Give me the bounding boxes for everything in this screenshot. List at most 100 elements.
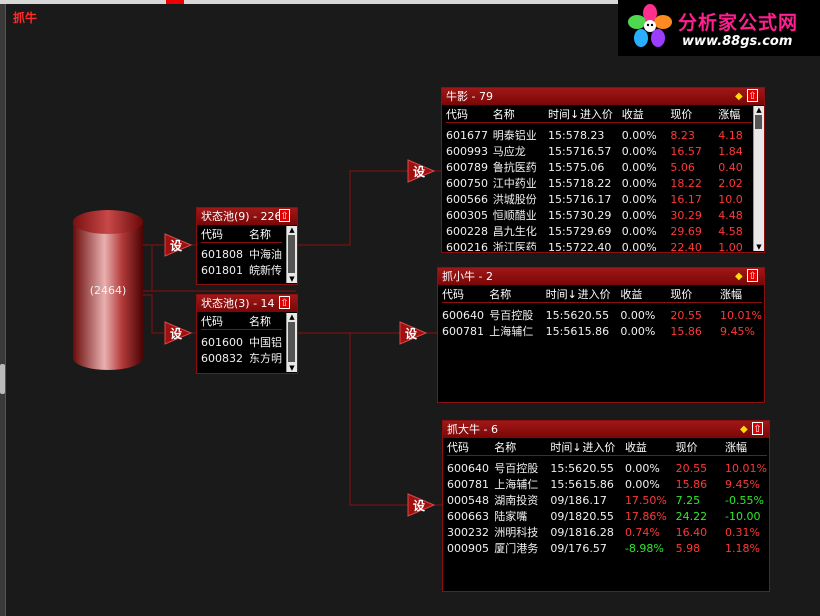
- scroll-notch[interactable]: [0, 364, 5, 394]
- daniu-panel[interactable]: 抓大牛 - 6 ◆ ⇧ 代码 名称 时间↓ 进入价 收益 现价 涨幅 600640 号百控股 15…: [442, 420, 770, 592]
- table-cell: 09/17: [550, 541, 583, 555]
- column-header[interactable]: 现价: [670, 286, 720, 303]
- panel-title: 状态池(3) - 14: [201, 297, 275, 310]
- xiaoniu-setter-button[interactable]: 设: [399, 321, 427, 345]
- status-pool-1-panel[interactable]: 状态池(9) - 226 ⇧ 代码 名称 601808 中海油 601801 皖新传 …: [196, 207, 298, 285]
- table-row[interactable]: 600305 恒顺醋业 15:57 30.29 0.00% 30.29 4.48: [446, 207, 752, 223]
- table-row[interactable]: 600640 号百控股 15:56 20.55 0.00% 20.55 10.01%: [442, 303, 762, 324]
- column-header[interactable]: 涨幅: [719, 286, 762, 303]
- table-cell: 600663: [447, 509, 489, 523]
- status-pool-2-panel[interactable]: 状态池(3) - 14 ⇧ 代码 名称 601600 中国铝 600832 东方明 ▲…: [196, 294, 298, 374]
- table-cell: 8.23: [670, 128, 695, 142]
- column-header[interactable]: 时间↓: [550, 439, 583, 456]
- table-cell: 5.06: [670, 160, 695, 174]
- table-row[interactable]: 600789 鲁抗医药 15:57 5.06 0.00% 5.06 0.40: [446, 159, 752, 175]
- niuying-scrollbar[interactable]: ▲ ▼: [753, 106, 764, 251]
- table-row[interactable]: 600228 昌九生化 15:57 29.69 0.00% 29.69 4.58: [446, 223, 752, 239]
- table-row[interactable]: 600750 江中药业 15:57 18.22 0.00% 18.22 2.02: [446, 175, 752, 191]
- table-cell: 10.0: [718, 192, 743, 206]
- column-header[interactable]: 代码: [201, 226, 249, 243]
- scroll-down-icon[interactable]: ▼: [287, 275, 297, 283]
- column-header[interactable]: 名称: [494, 439, 551, 456]
- table-cell: 600781: [447, 477, 489, 491]
- column-header[interactable]: 进入价: [582, 439, 625, 456]
- table-cell: 厦门港务: [494, 542, 539, 555]
- table-row[interactable]: 600566 洪城股份 15:57 16.17 0.00% 16.17 10.0: [446, 191, 752, 207]
- pool1-setter-button[interactable]: 设: [164, 233, 192, 257]
- diamond-icon[interactable]: ◆: [735, 268, 743, 285]
- column-header[interactable]: 时间↓: [548, 106, 580, 123]
- table-cell: 15.86: [670, 324, 702, 338]
- xiaoniu-panel[interactable]: 抓小牛 - 2 ◆ ⇧ 代码 名称 时间↓ 进入价 收益 现价 涨幅 600640 号百控股 15…: [437, 267, 765, 403]
- table-row[interactable]: 601600 中国铝: [201, 330, 282, 351]
- table-row[interactable]: 600832 东方明: [201, 350, 282, 366]
- table-row[interactable]: 300232 洲明科技 09/18 16.28 0.74% 16.40 0.31%: [447, 524, 767, 540]
- pool1-scrollbar[interactable]: ▲ ▼: [286, 226, 297, 283]
- diamond-icon[interactable]: ◆: [740, 421, 748, 438]
- daniu-setter-button[interactable]: 设: [407, 493, 435, 517]
- pool2-scrollbar[interactable]: ▲ ▼: [286, 313, 297, 372]
- table-row[interactable]: 600663 陆家嘴 09/18 20.55 17.86% 24.22 -10.00: [447, 508, 767, 524]
- table-row[interactable]: 600781 上海辅仁 15:56 15.86 0.00% 15.86 9.45%: [447, 476, 767, 492]
- table-row[interactable]: 601801 皖新传: [201, 262, 282, 278]
- arrow-up-icon[interactable]: ⇧: [279, 296, 290, 309]
- column-header[interactable]: 进入价: [579, 106, 622, 123]
- column-header[interactable]: 涨幅: [718, 106, 752, 123]
- scroll-thumb[interactable]: [288, 235, 295, 273]
- pool2-setter-button[interactable]: 设: [164, 321, 192, 345]
- arrow-up-icon[interactable]: ⇧: [747, 269, 758, 282]
- setter-label: 设: [169, 239, 182, 253]
- column-header[interactable]: 收益: [620, 286, 671, 303]
- arrow-up-icon[interactable]: ⇧: [752, 422, 763, 435]
- table-row[interactable]: 601808 中海油: [201, 243, 282, 263]
- scroll-down-icon[interactable]: ▼: [287, 364, 297, 372]
- column-header[interactable]: 现价: [675, 439, 725, 456]
- table-cell: 000548: [447, 493, 489, 507]
- column-header[interactable]: 名称: [489, 286, 546, 303]
- column-header[interactable]: 名称: [249, 226, 282, 243]
- column-header[interactable]: 代码: [442, 286, 490, 303]
- table-row[interactable]: 600993 马应龙 15:57 16.57 0.00% 16.57 1.84: [446, 143, 752, 159]
- panel-header: 状态池(3) - 14 ⇧: [197, 295, 297, 312]
- arrow-up-icon[interactable]: ⇧: [747, 89, 758, 102]
- scroll-up-icon[interactable]: ▲: [754, 106, 764, 114]
- column-header[interactable]: 时间↓: [545, 286, 578, 303]
- table-cell: 上海辅仁: [489, 325, 534, 338]
- table-cell: 600640: [442, 308, 484, 322]
- arrow-up-icon[interactable]: ⇧: [279, 209, 290, 222]
- table-cell: 600781: [442, 324, 484, 338]
- diamond-icon[interactable]: ◆: [735, 88, 743, 105]
- column-header[interactable]: 代码: [446, 106, 493, 123]
- source-count-label: (2464): [89, 284, 127, 297]
- column-header[interactable]: 名称: [249, 313, 282, 330]
- cell-name: 中国铝: [249, 336, 282, 349]
- table-row[interactable]: 000905 厦门港务 09/17 6.57 -8.98% 5.98 1.18%: [447, 540, 767, 556]
- column-header[interactable]: 现价: [670, 106, 719, 123]
- column-header[interactable]: 代码: [447, 439, 495, 456]
- table-cell: 15:57: [548, 192, 580, 206]
- table-cell: 600640: [447, 461, 489, 475]
- niuying-setter-button[interactable]: 设: [407, 159, 435, 183]
- niuying-panel[interactable]: 牛影 - 79 ◆ ⇧ 代码 名称 时间↓ 进入价 收益 现价 涨幅 601677 明泰铝业 15…: [441, 87, 765, 253]
- column-header[interactable]: 收益: [624, 439, 676, 456]
- column-header[interactable]: 收益: [621, 106, 671, 123]
- scroll-down-icon[interactable]: ▼: [754, 243, 764, 251]
- scroll-thumb[interactable]: [288, 322, 295, 362]
- column-header[interactable]: 代码: [201, 313, 249, 330]
- table-row[interactable]: 600781 上海辅仁 15:56 15.86 0.00% 15.86 9.45%: [442, 323, 762, 339]
- table-cell: 16.17: [670, 192, 702, 206]
- left-scrollbar[interactable]: [0, 4, 6, 616]
- scroll-up-icon[interactable]: ▲: [287, 313, 297, 321]
- column-header[interactable]: 进入价: [577, 286, 621, 303]
- table-row[interactable]: 600216 浙江医药 15:57 22.40 0.00% 22.40 1.00: [446, 239, 752, 252]
- table-cell: 0.00%: [621, 176, 657, 190]
- scroll-thumb[interactable]: [755, 115, 762, 129]
- active-tab-marker[interactable]: [166, 0, 184, 4]
- table-row[interactable]: 000548 湖南投资 09/18 6.17 17.50% 7.25 -0.55%: [447, 492, 767, 508]
- column-header[interactable]: 名称: [492, 106, 548, 123]
- column-header[interactable]: 涨幅: [725, 439, 767, 456]
- scroll-up-icon[interactable]: ▲: [287, 226, 297, 234]
- table-row[interactable]: 601677 明泰铝业 15:57 8.23 0.00% 8.23 4.18: [446, 123, 752, 144]
- table-cell: 马应龙: [492, 145, 526, 158]
- table-row[interactable]: 600640 号百控股 15:56 20.55 0.00% 20.55 10.01%: [447, 456, 767, 477]
